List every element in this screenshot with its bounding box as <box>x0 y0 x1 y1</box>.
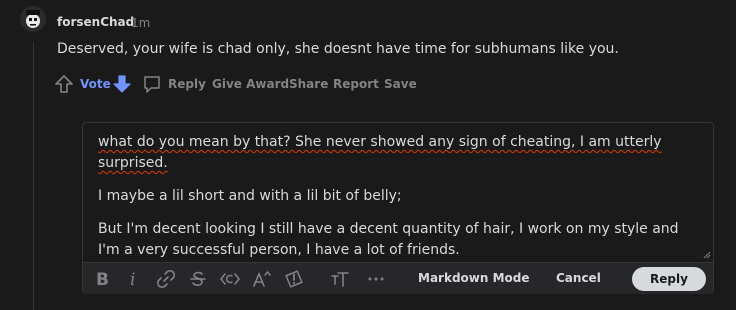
vote-label: Vote <box>80 77 111 91</box>
superscript-button[interactable] <box>251 268 273 290</box>
comment-body: Deserved, your wife is chad only, she do… <box>57 41 619 57</box>
resize-handle-icon[interactable] <box>703 251 711 259</box>
give-award-button[interactable]: Give Award <box>212 73 289 95</box>
more-icon <box>368 277 384 281</box>
editor-toolbar: B i Markdown Mode Cancel Reply <box>83 262 713 294</box>
link-button[interactable] <box>155 268 177 290</box>
heading-icon <box>331 272 349 287</box>
reply-textarea[interactable]: what do you mean by that? She never show… <box>98 132 698 273</box>
comment-bubble-icon <box>144 76 160 93</box>
spoiler-icon <box>285 270 303 288</box>
spoiler-button[interactable] <box>283 268 305 290</box>
cancel-button[interactable]: Cancel <box>556 271 601 285</box>
reply-paragraph-1: what do you mean by that? She never show… <box>98 134 662 171</box>
report-button[interactable]: Report <box>333 73 379 95</box>
comment-thread: forsenChad · 1m Deserved, your wife is c… <box>0 0 736 310</box>
save-button[interactable]: Save <box>384 73 417 95</box>
inline-code-icon <box>220 273 240 285</box>
upvote-icon <box>55 75 73 93</box>
downvote-button[interactable] <box>112 73 132 95</box>
italic-icon: i <box>130 270 135 289</box>
bold-icon: B <box>96 270 109 289</box>
heading-button[interactable] <box>329 268 351 290</box>
inline-code-button[interactable] <box>219 268 241 290</box>
reply-paragraph-2: I maybe a lil short and with a lil bit o… <box>98 188 402 204</box>
give-award-label: Give Award <box>212 77 290 91</box>
more-options-button[interactable] <box>365 268 387 290</box>
italic-button[interactable]: i <box>123 268 145 290</box>
strikethrough-button[interactable] <box>187 268 209 290</box>
thread-line[interactable] <box>33 42 34 310</box>
superscript-icon <box>253 270 271 287</box>
avatar[interactable] <box>20 6 46 32</box>
vote-count: Vote <box>80 73 111 95</box>
svg-text:B: B <box>96 270 109 289</box>
downvote-icon <box>113 75 131 93</box>
reply-submit-button[interactable]: Reply <box>632 267 706 291</box>
markdown-mode-button[interactable]: Markdown Mode <box>418 271 530 285</box>
share-label: Share <box>289 77 329 91</box>
reply-action-label: Reply <box>168 77 206 91</box>
share-button[interactable]: Share <box>289 73 328 95</box>
reply-editor[interactable]: what do you mean by that? She never show… <box>82 122 714 294</box>
upvote-button[interactable] <box>54 73 74 95</box>
comment-timestamp[interactable]: 1m <box>131 16 150 30</box>
svg-text:i: i <box>130 270 135 289</box>
strikethrough-icon <box>190 271 206 286</box>
meta-separator: · <box>120 15 124 29</box>
avatar-icon <box>20 6 46 32</box>
reply-action-button[interactable]: Reply <box>142 73 206 95</box>
link-icon <box>156 269 176 289</box>
save-label: Save <box>384 77 417 91</box>
reply-paragraph-3: But I'm decent looking I still have a de… <box>98 221 679 258</box>
comment-action-bar: Vote Reply Give Award Share Report Save <box>54 73 474 95</box>
report-label: Report <box>333 77 379 91</box>
bold-button[interactable]: B <box>91 268 113 290</box>
